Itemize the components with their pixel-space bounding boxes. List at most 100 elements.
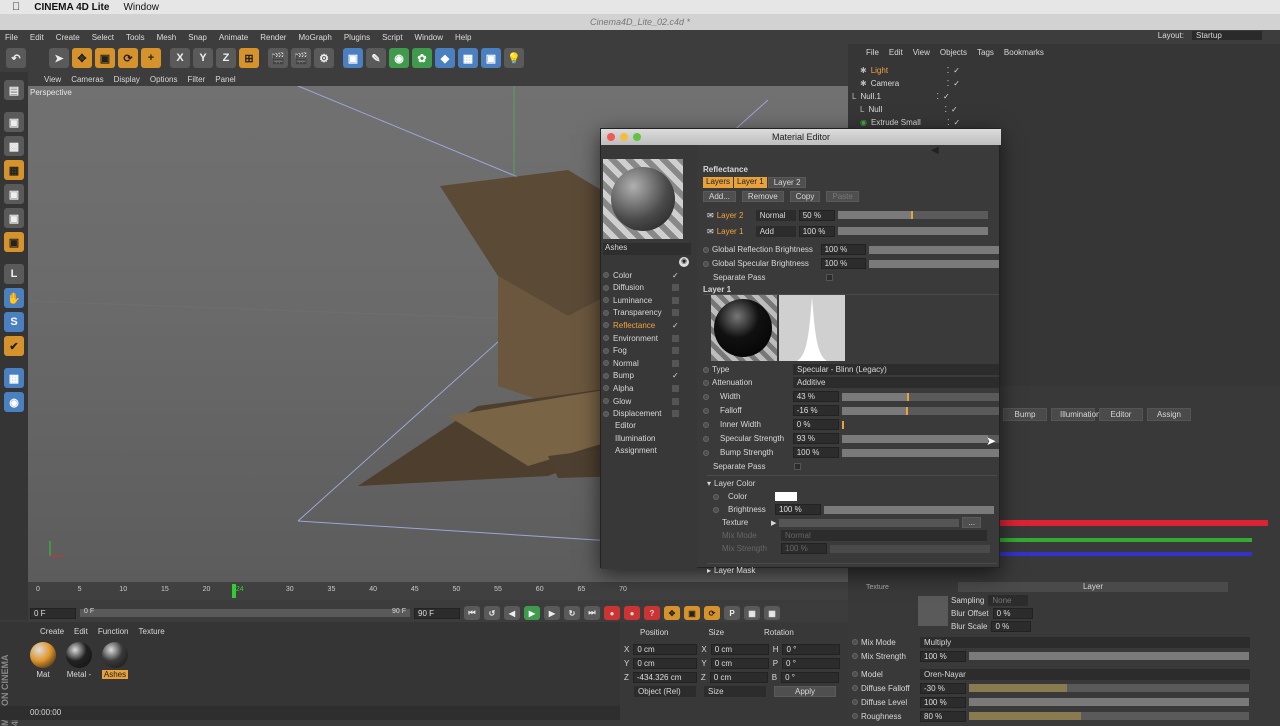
channel-anim-dot[interactable] bbox=[603, 347, 609, 354]
move-icon[interactable]: ✥ bbox=[72, 48, 92, 68]
object-name[interactable]: Null bbox=[868, 105, 934, 114]
attribute-tab-editor[interactable]: Editor bbox=[1099, 408, 1143, 421]
attenuation-dropdown[interactable]: Additive bbox=[793, 377, 999, 388]
channel-anim-dot[interactable] bbox=[603, 309, 609, 316]
channel-reflectance[interactable]: Reflectance ✓ bbox=[603, 319, 679, 331]
size-mode-dropdown[interactable]: Size bbox=[704, 686, 766, 697]
diffuse-level-slider[interactable] bbox=[969, 698, 1249, 706]
sampling-dropdown[interactable]: None bbox=[988, 595, 1029, 606]
falloff-anim-dot[interactable] bbox=[703, 407, 709, 414]
layer-value-field[interactable]: 50 % bbox=[798, 209, 835, 221]
inner-width-anim-dot[interactable] bbox=[703, 421, 709, 428]
material-menu-edit[interactable]: Edit bbox=[74, 627, 88, 636]
sidebar-editor[interactable]: Editor bbox=[615, 421, 636, 430]
object-menu-view[interactable]: View bbox=[913, 48, 930, 60]
add-object-icon[interactable]: + bbox=[141, 48, 161, 68]
key-param-icon[interactable]: P bbox=[724, 606, 740, 620]
rotation-field[interactable]: 0 ° bbox=[782, 643, 841, 655]
channel-anim-dot[interactable] bbox=[603, 322, 609, 329]
channel-label[interactable]: Transparency bbox=[613, 308, 662, 317]
object-name[interactable]: Light bbox=[871, 66, 937, 75]
layer-mask-title[interactable]: Layer Mask bbox=[714, 566, 755, 575]
channel-checkbox[interactable] bbox=[672, 359, 679, 367]
layer-mode-dropdown[interactable]: Normal bbox=[755, 209, 796, 221]
channel-checkbox[interactable]: ✓ bbox=[672, 321, 679, 329]
falloff-slider[interactable] bbox=[841, 406, 999, 415]
viewport-menu-view[interactable]: View bbox=[44, 75, 61, 84]
diffuse-falloff-field[interactable]: -30 % bbox=[920, 682, 966, 694]
material-name-field[interactable]: Ashes bbox=[603, 243, 691, 255]
bump-strength-field[interactable]: 100 % bbox=[792, 447, 839, 458]
diffuse-level-field[interactable]: 100 % bbox=[920, 696, 966, 708]
menu-script[interactable]: Script bbox=[382, 33, 402, 42]
timeline-ruler[interactable]: 0 5 10 15 20 24 30 35 40 45 50 55 60 65 70 bbox=[28, 582, 848, 600]
object-name[interactable]: Camera bbox=[871, 79, 937, 88]
visibility-dots-icon[interactable]: ⁚ bbox=[944, 105, 947, 114]
mix-mode-dropdown-me[interactable]: Normal bbox=[781, 530, 987, 541]
paste-button[interactable]: Paste bbox=[826, 191, 859, 202]
menu-animate[interactable]: Animate bbox=[219, 33, 248, 42]
attenuation-anim-dot[interactable] bbox=[703, 379, 709, 386]
play-icon[interactable]: ▶ bbox=[524, 606, 540, 620]
menu-window[interactable]: Window bbox=[415, 33, 443, 42]
layer-color-title[interactable]: Layer Color bbox=[714, 479, 755, 488]
global-specular-field[interactable]: 100 % bbox=[820, 258, 867, 269]
attribute-tab-bump[interactable]: Bump bbox=[1003, 408, 1047, 421]
coordinate-system-icon[interactable]: ⊞ bbox=[239, 48, 259, 68]
scheme-icon[interactable]: ▦ bbox=[764, 606, 780, 620]
channel-transparency[interactable]: Transparency bbox=[603, 307, 679, 319]
enabled-check-icon[interactable]: ✓ bbox=[953, 79, 960, 88]
mix-strength-slider[interactable] bbox=[969, 652, 1249, 660]
camera-icon[interactable]: ▣ bbox=[481, 48, 501, 68]
object-menu-objects[interactable]: Objects bbox=[940, 48, 967, 60]
prev-key-icon[interactable]: ↺ bbox=[484, 606, 500, 620]
snap-icon[interactable]: S bbox=[4, 312, 24, 332]
texture-slot[interactable] bbox=[779, 518, 960, 527]
viewport-menu-filter[interactable]: Filter bbox=[187, 75, 205, 84]
material-menu-create[interactable]: Create bbox=[40, 627, 64, 636]
menu-file[interactable]: File bbox=[5, 33, 18, 42]
channel-alpha[interactable]: Alpha bbox=[603, 382, 679, 394]
material-ball[interactable] bbox=[66, 642, 92, 668]
material-ball[interactable] bbox=[30, 642, 56, 668]
diffuse-falloff-slider[interactable] bbox=[969, 684, 1249, 692]
channel-label[interactable]: Luminance bbox=[613, 296, 652, 305]
object-menu-edit[interactable]: Edit bbox=[889, 48, 903, 60]
object-row[interactable]: ✱ Light ⁚ ✓ bbox=[860, 64, 960, 76]
prev-frame-icon[interactable]: ◀ bbox=[504, 606, 520, 620]
visibility-dots-icon[interactable]: ⁚ bbox=[947, 79, 950, 88]
render-picture-icon[interactable]: 🎬 bbox=[291, 48, 311, 68]
layout-dropdown[interactable]: Startup bbox=[1192, 31, 1262, 40]
edges-mode-icon[interactable]: ▣ bbox=[4, 208, 24, 228]
material-editor-titlebar[interactable]: Material Editor bbox=[601, 129, 1001, 145]
global-reflection-anim-dot[interactable] bbox=[703, 246, 709, 253]
global-specular-anim-dot[interactable] bbox=[703, 260, 709, 267]
specular-strength-field[interactable]: 93 % bbox=[792, 433, 839, 444]
inner-width-field[interactable]: 0 % bbox=[792, 419, 839, 430]
brightness-field[interactable]: 100 % bbox=[775, 504, 821, 515]
object-row[interactable]: ◉ Extrude Small ⁚ ✓ bbox=[860, 116, 960, 128]
material-name[interactable]: Mat bbox=[36, 670, 49, 679]
texture-browse-button[interactable]: ... bbox=[962, 517, 982, 528]
start-frame-field[interactable]: 0 F bbox=[30, 607, 76, 619]
brightness-slider[interactable] bbox=[824, 505, 994, 514]
blur-offset-field[interactable]: 0 % bbox=[992, 608, 1033, 619]
object-name[interactable]: Extrude Small bbox=[871, 118, 937, 127]
layer-value-slider[interactable] bbox=[837, 227, 988, 235]
bump-strength-slider[interactable] bbox=[841, 448, 999, 457]
enabled-check-icon[interactable]: ✓ bbox=[951, 105, 958, 114]
minimize-window-icon[interactable] bbox=[620, 133, 628, 141]
channel-anim-dot[interactable] bbox=[603, 385, 609, 392]
material-preview[interactable] bbox=[603, 159, 683, 239]
material-item[interactable]: Metal - bbox=[64, 642, 94, 679]
viewport-menu-display[interactable]: Display bbox=[114, 75, 140, 84]
sidebar-assignment[interactable]: Assignment bbox=[615, 446, 657, 455]
channel-anim-dot[interactable] bbox=[603, 360, 609, 367]
width-anim-dot[interactable] bbox=[703, 393, 709, 400]
axis-mode-icon[interactable]: L bbox=[4, 264, 24, 284]
specular-strength-slider[interactable] bbox=[841, 434, 999, 443]
channel-bump[interactable]: Bump ✓ bbox=[603, 370, 679, 382]
channel-label[interactable]: Alpha bbox=[613, 384, 633, 393]
viewport-menu-options[interactable]: Options bbox=[150, 75, 178, 84]
channel-checkbox[interactable] bbox=[672, 284, 679, 292]
